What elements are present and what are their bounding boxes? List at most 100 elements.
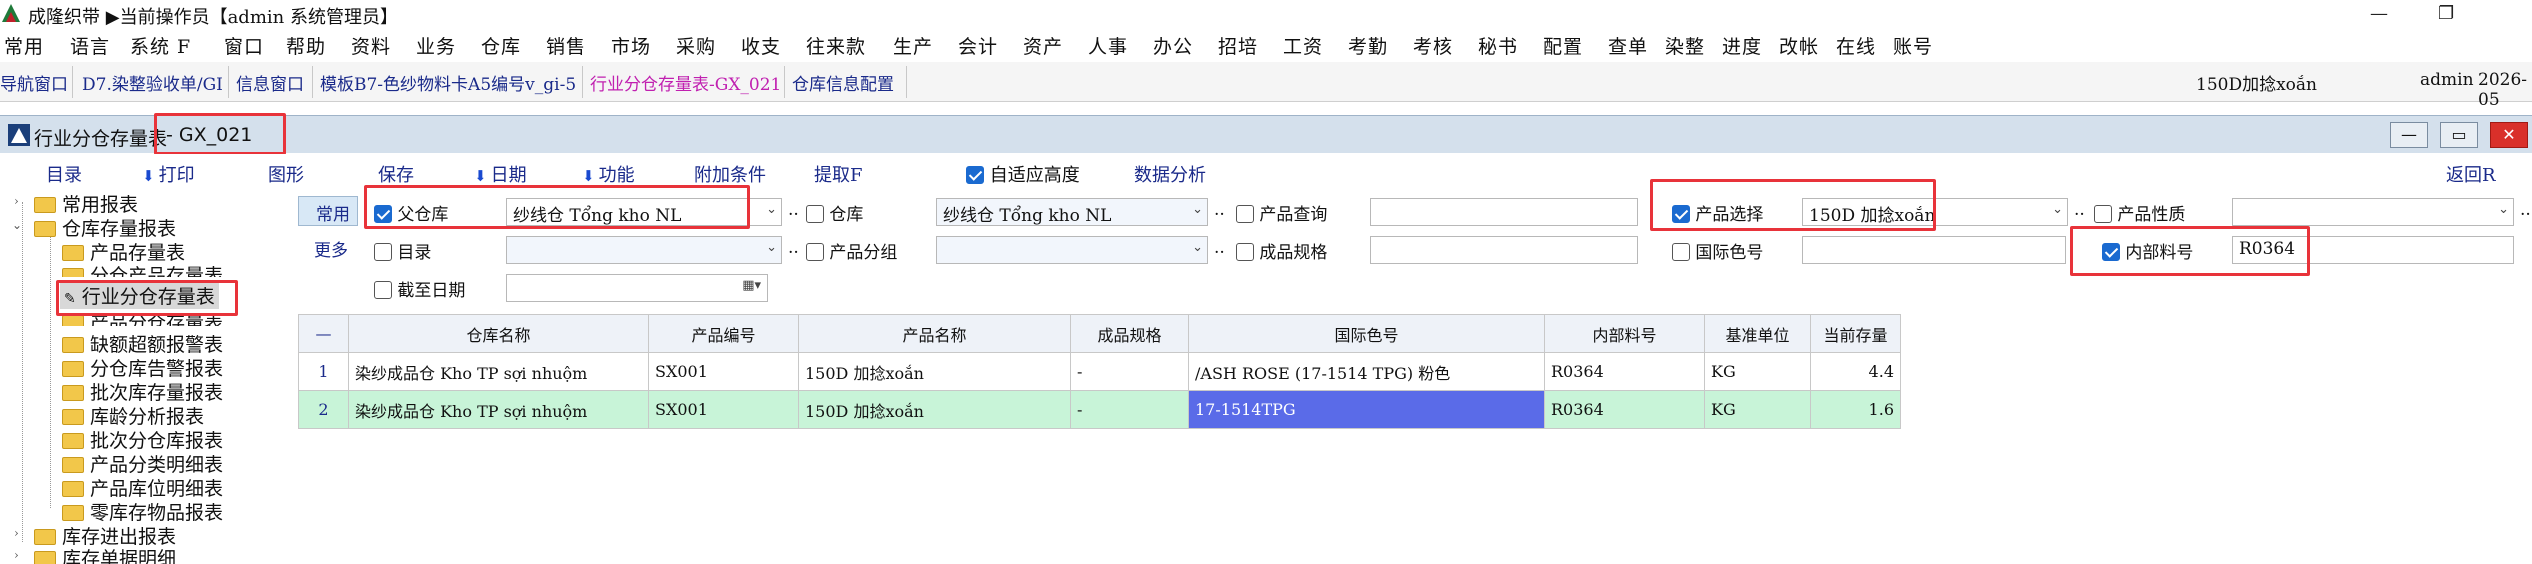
menu-item[interactable]: 销售	[546, 32, 586, 59]
menu-item[interactable]: 资料	[351, 32, 391, 59]
cell-intl-color[interactable]: /ASH ROSE (17-1514 TPG) 粉色	[1188, 352, 1545, 391]
catalog-button[interactable]: 目录	[46, 161, 82, 187]
extract-button[interactable]: 提取F	[814, 161, 863, 187]
menu-item[interactable]: 资产	[1023, 32, 1063, 59]
menu-item[interactable]: 会计	[958, 32, 998, 59]
menu-item[interactable]: 考核	[1413, 32, 1453, 59]
row-index[interactable]: 1	[298, 352, 349, 391]
warehouse-select[interactable]: 纱线仓 Tổng kho NL ⌄	[936, 198, 1208, 226]
tree-item-stock-age[interactable]: 库龄分析报表	[62, 402, 204, 429]
date-button[interactable]: ⬇ 日期	[474, 161, 527, 187]
calendar-icon[interactable]: ▦▾	[742, 278, 761, 293]
intl-color-input[interactable]	[1802, 236, 2066, 264]
menu-item[interactable]: 系统 F	[130, 32, 191, 59]
ellipsis-button[interactable]: ..	[1214, 200, 1225, 220]
menu-item[interactable]: 考勤	[1348, 32, 1388, 59]
product-group-checkbox[interactable]	[806, 243, 824, 261]
catalog-select[interactable]: ⌄	[506, 236, 782, 264]
save-button[interactable]: 保存	[378, 161, 414, 187]
tree-item-product-location-detail[interactable]: 产品库位明细表	[62, 474, 223, 501]
column-header[interactable]: 内部料号	[1544, 314, 1705, 353]
tree-item-batch-branch[interactable]: 批次分仓库报表	[62, 426, 223, 453]
cell-spec[interactable]: -	[1070, 390, 1189, 429]
product-nature-checkbox[interactable]	[2094, 205, 2112, 223]
cell-internal-no[interactable]: R0364	[1544, 390, 1705, 429]
cell-warehouse-name[interactable]: 染纱成品仓 Kho TP sợi nhuộm	[348, 390, 649, 429]
tab-more-filters[interactable]: 更多	[314, 236, 348, 261]
menu-item[interactable]: 改帐	[1779, 32, 1819, 59]
catalog-filter[interactable]: 目录	[374, 238, 431, 263]
cell-product-code[interactable]: SX001	[648, 390, 799, 429]
restore-button[interactable]: ❐	[2438, 3, 2454, 24]
menu-item[interactable]: 秘书	[1478, 32, 1518, 59]
tree-item-zero-stock[interactable]: 零库存物品报表	[62, 498, 223, 525]
minimize-button[interactable]: —	[2370, 3, 2388, 24]
product-nature-select[interactable]: ⌄	[2232, 198, 2514, 226]
column-header[interactable]: 当前存量	[1810, 314, 1901, 353]
menu-item[interactable]: 采购	[676, 32, 716, 59]
tree-item-warehouse-stock-reports[interactable]: 仓库存量报表	[34, 214, 176, 241]
autofit-height-toggle[interactable]: 自适应高度	[966, 161, 1080, 187]
intl-color-checkbox[interactable]	[1672, 243, 1690, 261]
data-analysis-button[interactable]: 数据分析	[1134, 161, 1206, 187]
menu-item[interactable]: 人事	[1088, 32, 1128, 59]
menu-item[interactable]: 生产	[893, 32, 933, 59]
column-header[interactable]: 仓库名称	[348, 314, 649, 353]
warehouse-filter[interactable]: 仓库	[806, 200, 863, 225]
spec-filter[interactable]: 成品规格	[1236, 238, 1327, 263]
menu-item[interactable]: 进度	[1722, 32, 1762, 59]
cell-internal-no[interactable]: R0364	[1544, 352, 1705, 391]
tab-template-b7[interactable]: 模板B7-色纱物料卡A5编号v_gi-5	[320, 70, 576, 95]
menu-item[interactable]: 在线	[1836, 32, 1876, 59]
cell-current-stock[interactable]: 1.6	[1810, 390, 1901, 429]
window-close-button[interactable]: ✕	[2490, 122, 2528, 148]
menu-item[interactable]: 查单	[1608, 32, 1648, 59]
product-query-input[interactable]	[1370, 198, 1638, 226]
menu-item[interactable]: 办公	[1153, 32, 1193, 59]
product-query-checkbox[interactable]	[1236, 205, 1254, 223]
cutoff-date-checkbox[interactable]	[374, 281, 392, 299]
tab-warehouse-stock-report[interactable]: 行业分仓存量表-GX_021	[590, 70, 781, 95]
menu-item[interactable]: 常用	[4, 32, 44, 59]
cutoff-date-filter[interactable]: 截至日期	[374, 276, 465, 301]
cell-base-unit[interactable]: KG	[1704, 352, 1811, 391]
expand-icon[interactable]: ›	[14, 548, 19, 562]
menu-item[interactable]: 往来款	[806, 32, 866, 59]
back-button[interactable]: 返回R	[2446, 161, 2496, 187]
menu-item[interactable]: 帮助	[286, 32, 326, 59]
cell-current-stock[interactable]: 4.4	[1810, 352, 1901, 391]
product-group-select[interactable]: ⌄	[936, 236, 1208, 264]
ellipsis-button[interactable]: ..	[2520, 200, 2531, 220]
spec-checkbox[interactable]	[1236, 243, 1254, 261]
menu-item[interactable]: 账号	[1893, 32, 1933, 59]
cell-product-code[interactable]: SX001	[648, 352, 799, 391]
intl-color-filter[interactable]: 国际色号	[1672, 238, 1763, 263]
column-header[interactable]: 成品规格	[1070, 314, 1189, 353]
tree-item-product-category-detail[interactable]: 产品分类明细表	[62, 450, 223, 477]
row-index[interactable]: 2	[298, 390, 349, 429]
extra-conditions-button[interactable]: 附加条件	[694, 161, 766, 187]
tab-dye-receipt[interactable]: D7.染整验收单/GI	[82, 70, 223, 95]
function-button[interactable]: ⬇ 功能	[582, 161, 635, 187]
menu-item[interactable]: 工资	[1283, 32, 1323, 59]
expand-icon[interactable]: ›	[14, 526, 19, 540]
cutoff-date-input[interactable]: ▦▾	[506, 274, 768, 302]
product-query-filter[interactable]: 产品查询	[1236, 200, 1327, 225]
ellipsis-button[interactable]: ..	[1214, 238, 1225, 258]
cell-intl-color-selected[interactable]: 17-1514TPG	[1188, 390, 1545, 429]
column-header[interactable]: 产品编号	[648, 314, 799, 353]
menu-item[interactable]: 收支	[741, 32, 781, 59]
tree-item-stock-document-detail[interactable]: 库存单据明细	[34, 544, 176, 564]
menu-item[interactable]: 招培	[1218, 32, 1258, 59]
tree-item-common-reports[interactable]: 常用报表	[34, 190, 138, 217]
window-minimize-button[interactable]: —	[2390, 122, 2428, 148]
chart-button[interactable]: 图形	[268, 161, 304, 187]
window-restore-button[interactable]: ▭	[2440, 122, 2478, 148]
product-nature-filter[interactable]: 产品性质	[2094, 200, 2185, 225]
cell-spec[interactable]: -	[1070, 352, 1189, 391]
menu-item[interactable]: 染整	[1665, 32, 1705, 59]
ellipsis-button[interactable]: ..	[788, 238, 799, 258]
column-header[interactable]: 产品名称	[798, 314, 1071, 353]
table-row[interactable]: 2 染纱成品仓 Kho TP sợi nhuộm SX001 150D 加捻xo…	[298, 390, 1901, 429]
catalog-checkbox[interactable]	[374, 243, 392, 261]
